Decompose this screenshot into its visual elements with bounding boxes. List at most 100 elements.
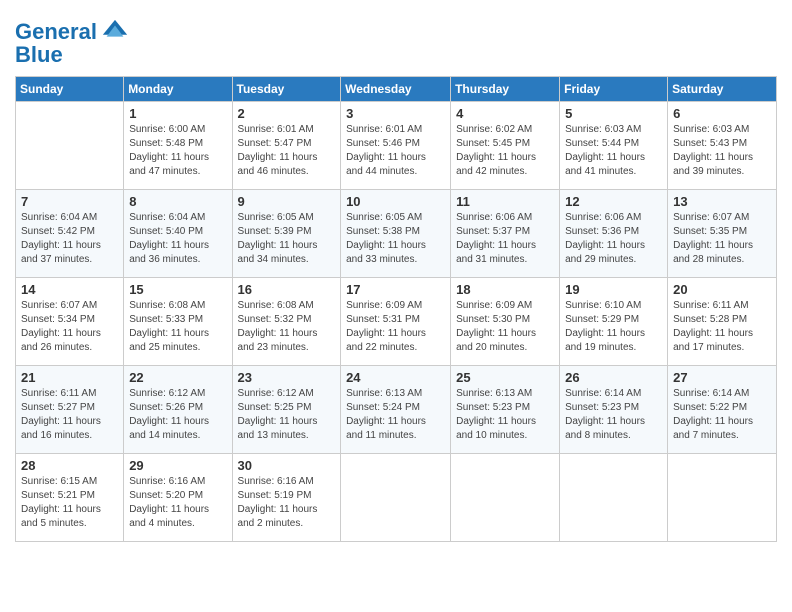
calendar-week-row: 1 Sunrise: 6:00 AMSunset: 5:48 PMDaylight… bbox=[16, 102, 777, 190]
day-number: 10 bbox=[346, 194, 445, 209]
calendar-day-cell: 4Sunrise: 6:02 AMSunset: 5:45 PMDaylight… bbox=[451, 102, 560, 190]
day-number: 2 bbox=[238, 106, 336, 121]
calendar-day-cell: 16 Sunrise: 6:08 AMSunset: 5:32 PMDayligh… bbox=[232, 278, 341, 366]
calendar-day-cell: 30 Sunrise: 6:16 AMSunset: 5:19 PMDayligh… bbox=[232, 454, 341, 542]
calendar-day-cell bbox=[668, 454, 777, 542]
calendar-table: SundayMondayTuesdayWednesdayThursdayFrid… bbox=[15, 76, 777, 542]
day-number: 29 bbox=[129, 458, 226, 473]
calendar-day-cell: 21 Sunrise: 6:11 AMSunset: 5:27 PMDayligh… bbox=[16, 366, 124, 454]
calendar-day-cell: 10 Sunrise: 6:05 AMSunset: 5:38 PMDayligh… bbox=[341, 190, 451, 278]
day-number: 25 bbox=[456, 370, 554, 385]
day-number: 28 bbox=[21, 458, 118, 473]
day-number: 22 bbox=[129, 370, 226, 385]
day-number: 27 bbox=[673, 370, 771, 385]
calendar-day-cell bbox=[560, 454, 668, 542]
day-info: Sunrise: 6:02 AMSunset: 5:45 PMDaylight:… bbox=[456, 123, 554, 179]
day-number: 21 bbox=[21, 370, 118, 385]
day-info: Sunrise: 6:09 AMSunset: 5:30 PMDaylight:… bbox=[456, 299, 554, 355]
day-info: Sunrise: 6:16 AMSunset: 5:19 PMDaylight:… bbox=[238, 475, 336, 531]
day-info: Sunrise: 6:15 AMSunset: 5:21 PMDaylight:… bbox=[21, 475, 118, 531]
day-info: Sunrise: 6:06 AMSunset: 5:37 PMDaylight:… bbox=[456, 211, 554, 267]
day-info: Sunrise: 6:09 AMSunset: 5:31 PMDaylight:… bbox=[346, 299, 445, 355]
calendar-day-cell: 19 Sunrise: 6:10 AMSunset: 5:29 PMDayligh… bbox=[560, 278, 668, 366]
day-number: 7 bbox=[21, 194, 118, 209]
calendar-day-cell: 9 Sunrise: 6:05 AMSunset: 5:39 PMDaylight… bbox=[232, 190, 341, 278]
day-info: Sunrise: 6:13 AMSunset: 5:23 PMDaylight:… bbox=[456, 387, 554, 443]
day-info: Sunrise: 6:07 AMSunset: 5:34 PMDaylight:… bbox=[21, 299, 118, 355]
day-number: 3 bbox=[346, 106, 445, 121]
calendar-day-cell: 6 Sunrise: 6:03 AMSunset: 5:43 PMDaylight… bbox=[668, 102, 777, 190]
calendar-day-cell bbox=[341, 454, 451, 542]
day-info: Sunrise: 6:12 AMSunset: 5:25 PMDaylight:… bbox=[238, 387, 336, 443]
day-number: 13 bbox=[673, 194, 771, 209]
calendar-day-cell: 3Sunrise: 6:01 AMSunset: 5:46 PMDaylight… bbox=[341, 102, 451, 190]
calendar-body: 1 Sunrise: 6:00 AMSunset: 5:48 PMDaylight… bbox=[16, 102, 777, 542]
day-number: 1 bbox=[129, 106, 226, 121]
day-number: 30 bbox=[238, 458, 336, 473]
calendar-day-cell: 22 Sunrise: 6:12 AMSunset: 5:26 PMDayligh… bbox=[124, 366, 232, 454]
day-of-week-header: Friday bbox=[560, 77, 668, 102]
day-number: 26 bbox=[565, 370, 662, 385]
day-number: 5 bbox=[565, 106, 662, 121]
day-number: 24 bbox=[346, 370, 445, 385]
calendar-day-cell: 24Sunrise: 6:13 AMSunset: 5:24 PMDayligh… bbox=[341, 366, 451, 454]
day-info: Sunrise: 6:03 AMSunset: 5:44 PMDaylight:… bbox=[565, 123, 662, 179]
day-info: Sunrise: 6:05 AMSunset: 5:38 PMDaylight:… bbox=[346, 211, 445, 267]
calendar-day-cell: 13 Sunrise: 6:07 AMSunset: 5:35 PMDayligh… bbox=[668, 190, 777, 278]
calendar-day-cell: 26 Sunrise: 6:14 AMSunset: 5:23 PMDayligh… bbox=[560, 366, 668, 454]
day-number: 18 bbox=[456, 282, 554, 297]
day-number: 12 bbox=[565, 194, 662, 209]
calendar-day-cell: 18 Sunrise: 6:09 AMSunset: 5:30 PMDayligh… bbox=[451, 278, 560, 366]
day-number: 9 bbox=[238, 194, 336, 209]
calendar-day-cell: 7 Sunrise: 6:04 AMSunset: 5:42 PMDaylight… bbox=[16, 190, 124, 278]
calendar-day-cell bbox=[451, 454, 560, 542]
day-info: Sunrise: 6:06 AMSunset: 5:36 PMDaylight:… bbox=[565, 211, 662, 267]
day-info: Sunrise: 6:05 AMSunset: 5:39 PMDaylight:… bbox=[238, 211, 336, 267]
calendar-day-cell: 15Sunrise: 6:08 AMSunset: 5:33 PMDayligh… bbox=[124, 278, 232, 366]
day-info: Sunrise: 6:16 AMSunset: 5:20 PMDaylight:… bbox=[129, 475, 226, 531]
logo-text: General bbox=[15, 21, 97, 43]
calendar-day-cell: 17 Sunrise: 6:09 AMSunset: 5:31 PMDayligh… bbox=[341, 278, 451, 366]
day-number: 11 bbox=[456, 194, 554, 209]
calendar-day-cell: 2Sunrise: 6:01 AMSunset: 5:47 PMDaylight… bbox=[232, 102, 341, 190]
calendar-week-row: 14Sunrise: 6:07 AMSunset: 5:34 PMDayligh… bbox=[16, 278, 777, 366]
calendar-header-row: SundayMondayTuesdayWednesdayThursdayFrid… bbox=[16, 77, 777, 102]
day-info: Sunrise: 6:10 AMSunset: 5:29 PMDaylight:… bbox=[565, 299, 662, 355]
calendar-day-cell: 12 Sunrise: 6:06 AMSunset: 5:36 PMDayligh… bbox=[560, 190, 668, 278]
day-of-week-header: Tuesday bbox=[232, 77, 341, 102]
day-info: Sunrise: 6:08 AMSunset: 5:32 PMDaylight:… bbox=[238, 299, 336, 355]
day-number: 19 bbox=[565, 282, 662, 297]
day-number: 6 bbox=[673, 106, 771, 121]
day-info: Sunrise: 6:00 AMSunset: 5:48 PMDaylight:… bbox=[129, 123, 226, 179]
calendar-day-cell: 25 Sunrise: 6:13 AMSunset: 5:23 PMDayligh… bbox=[451, 366, 560, 454]
day-info: Sunrise: 6:03 AMSunset: 5:43 PMDaylight:… bbox=[673, 123, 771, 179]
day-info: Sunrise: 6:14 AMSunset: 5:23 PMDaylight:… bbox=[565, 387, 662, 443]
calendar-day-cell: 27 Sunrise: 6:14 AMSunset: 5:22 PMDayligh… bbox=[668, 366, 777, 454]
day-number: 15 bbox=[129, 282, 226, 297]
calendar-day-cell: 5 Sunrise: 6:03 AMSunset: 5:44 PMDaylight… bbox=[560, 102, 668, 190]
calendar-week-row: 28 Sunrise: 6:15 AMSunset: 5:21 PMDayligh… bbox=[16, 454, 777, 542]
day-info: Sunrise: 6:12 AMSunset: 5:26 PMDaylight:… bbox=[129, 387, 226, 443]
day-of-week-header: Monday bbox=[124, 77, 232, 102]
calendar-day-cell: 11 Sunrise: 6:06 AMSunset: 5:37 PMDayligh… bbox=[451, 190, 560, 278]
day-of-week-header: Thursday bbox=[451, 77, 560, 102]
calendar-week-row: 7 Sunrise: 6:04 AMSunset: 5:42 PMDaylight… bbox=[16, 190, 777, 278]
calendar-day-cell: 8 Sunrise: 6:04 AMSunset: 5:40 PMDaylight… bbox=[124, 190, 232, 278]
calendar-day-cell: 1 Sunrise: 6:00 AMSunset: 5:48 PMDaylight… bbox=[124, 102, 232, 190]
day-info: Sunrise: 6:11 AMSunset: 5:28 PMDaylight:… bbox=[673, 299, 771, 355]
calendar-day-cell: 23Sunrise: 6:12 AMSunset: 5:25 PMDayligh… bbox=[232, 366, 341, 454]
day-info: Sunrise: 6:11 AMSunset: 5:27 PMDaylight:… bbox=[21, 387, 118, 443]
day-number: 17 bbox=[346, 282, 445, 297]
day-info: Sunrise: 6:04 AMSunset: 5:40 PMDaylight:… bbox=[129, 211, 226, 267]
calendar-day-cell: 28 Sunrise: 6:15 AMSunset: 5:21 PMDayligh… bbox=[16, 454, 124, 542]
calendar-day-cell bbox=[16, 102, 124, 190]
day-info: Sunrise: 6:14 AMSunset: 5:22 PMDaylight:… bbox=[673, 387, 771, 443]
logo-icon bbox=[101, 18, 129, 46]
calendar-day-cell: 14Sunrise: 6:07 AMSunset: 5:34 PMDayligh… bbox=[16, 278, 124, 366]
day-number: 16 bbox=[238, 282, 336, 297]
day-number: 8 bbox=[129, 194, 226, 209]
calendar-day-cell: 20Sunrise: 6:11 AMSunset: 5:28 PMDayligh… bbox=[668, 278, 777, 366]
day-info: Sunrise: 6:04 AMSunset: 5:42 PMDaylight:… bbox=[21, 211, 118, 267]
calendar-day-cell: 29 Sunrise: 6:16 AMSunset: 5:20 PMDayligh… bbox=[124, 454, 232, 542]
day-info: Sunrise: 6:07 AMSunset: 5:35 PMDaylight:… bbox=[673, 211, 771, 267]
